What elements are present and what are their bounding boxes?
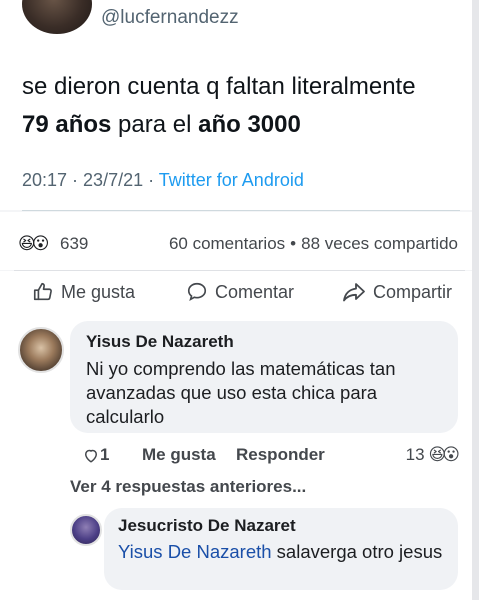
comment-bubble: Yisus De Nazareth Ni yo comprendo las ma… (70, 321, 458, 433)
tweet-text-line1: se dieron cuenta q faltan literalmente (22, 73, 416, 100)
comment-bubble-icon (187, 282, 207, 301)
comment-avatar[interactable] (18, 327, 64, 373)
reactions-row: 😆😮 639 60 comentarios • 88 veces compartid… (0, 212, 472, 270)
comment-label: Comentar (215, 281, 295, 302)
facebook-post-page: @lucfernandezz se dieron cuenta q faltan… (0, 0, 479, 600)
reply-author[interactable]: Jesucristo De Nazaret (118, 516, 296, 536)
reaction-emojis-icon[interactable]: 😆😮 (18, 234, 50, 254)
tweet-date: 23/7/21 (83, 170, 144, 190)
comment-share-count[interactable]: 1 (82, 445, 109, 465)
tweet-meta-sep: · (67, 170, 84, 190)
share-arrow-icon (343, 283, 365, 302)
engagement-summary: 60 comentarios • 88 veces compartido (169, 234, 458, 254)
tweet-source[interactable]: Twitter for Android (159, 170, 304, 190)
comment-reaction-emojis-icon: 😆😮 (428, 445, 461, 464)
comment-actions: 1 Me gusta Responder 13 😆😮 (82, 445, 462, 469)
embedded-tweet: @lucfernandezz se dieron cuenta q faltan… (0, 0, 472, 211)
tweet-time: 20:17 (22, 170, 68, 190)
like-label: Me gusta (61, 281, 136, 302)
shares-count[interactable]: 88 veces compartido (301, 234, 458, 253)
share-label: Compartir (373, 281, 453, 302)
reply-avatar[interactable] (70, 514, 102, 546)
post-action-bar: Me gusta Comentar Compartir (0, 271, 472, 317)
comment-button[interactable]: Comentar (186, 281, 294, 303)
comment-reaction-count: 13 (405, 445, 425, 464)
comments-section: Yisus De Nazareth Ni yo comprendo las ma… (0, 317, 472, 600)
reply-bubble: Jesucristo De Nazaret Yisus De Nazareth … (104, 508, 458, 590)
comment-text: Ni yo comprendo las matemáticas tan avan… (86, 358, 396, 427)
tweet-meta-sep-2: · (143, 170, 159, 190)
comment-share-number: 1 (100, 445, 110, 464)
tweet-handle[interactable]: @lucfernandezz (101, 7, 239, 29)
reaction-count[interactable]: 639 (60, 234, 88, 254)
share-button[interactable]: Compartir (342, 281, 452, 303)
summary-dot: • (290, 234, 297, 253)
comment-author[interactable]: Yisus De Nazareth (86, 332, 234, 352)
reply-mention[interactable]: Yisus De Nazareth (118, 541, 272, 562)
reply-body: salaverga otro jesus (271, 541, 443, 562)
tweet-text: se dieron cuenta q faltan literalmente 7… (22, 68, 462, 144)
tweet-meta: 20:17 · 23/7/21 · Twitter for Android (22, 170, 304, 191)
share-icon (84, 449, 98, 463)
tweet-text-mid: para el (111, 111, 199, 138)
tweet-text-bold1: 79 años (22, 111, 112, 138)
thumbs-up-icon (33, 282, 52, 301)
comment-like-button[interactable]: Me gusta (142, 445, 216, 465)
comments-count[interactable]: 60 comentarios (169, 234, 285, 253)
comment-reply-button[interactable]: Responder (236, 445, 325, 465)
view-more-replies-link[interactable]: Ver 4 respuestas anteriores... (70, 477, 306, 497)
tweet-avatar[interactable] (22, 0, 92, 34)
tweet-text-bold2: año 3000 (198, 111, 301, 138)
tweet-divider (22, 210, 460, 211)
scroll-edge (472, 0, 479, 600)
like-button[interactable]: Me gusta (32, 281, 135, 303)
reply-text: Yisus De Nazareth salaverga otro jesus (118, 540, 448, 564)
comment-reactions[interactable]: 13 😆😮 (405, 445, 461, 465)
